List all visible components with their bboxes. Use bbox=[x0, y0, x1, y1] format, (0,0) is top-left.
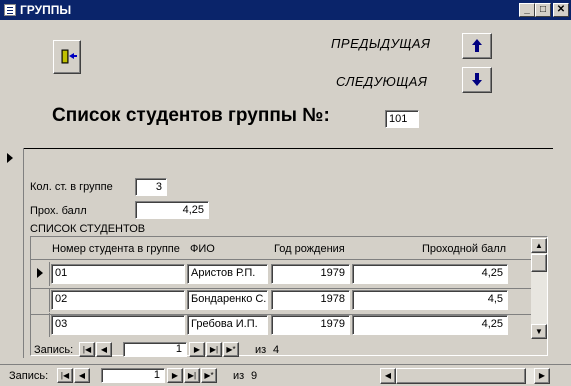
col-header-year: Год рождения bbox=[274, 243, 345, 255]
arrow-down-icon bbox=[472, 73, 482, 86]
cell-num[interactable]: 03 bbox=[51, 315, 185, 335]
main-record-total: 9 bbox=[251, 370, 258, 382]
subform-record-number[interactable]: 1 bbox=[123, 342, 187, 357]
avg-field[interactable]: 4,25 bbox=[135, 201, 209, 219]
page-title: Список студентов группы №: bbox=[52, 105, 330, 126]
record-number-field[interactable]: 1 bbox=[101, 368, 165, 383]
window-title: ГРУППЫ bbox=[20, 3, 72, 17]
subform-title: СПИСОК СТУДЕНТОВ bbox=[30, 223, 146, 235]
scroll-right-button[interactable]: ▶ bbox=[534, 368, 550, 384]
section-divider bbox=[23, 148, 553, 149]
col-header-num: Номер студента в группе bbox=[52, 243, 180, 255]
subform-new-record-button[interactable]: ▶* bbox=[223, 342, 239, 357]
cell-num[interactable]: 02 bbox=[51, 290, 185, 310]
students-subform: Номер студента в группе ФИО Год рождения… bbox=[30, 236, 548, 357]
subform-record-label: Запись: bbox=[34, 344, 74, 356]
scroll-left-button[interactable]: ◀ bbox=[380, 368, 396, 384]
col-header-fio: ФИО bbox=[190, 243, 215, 255]
cell-fio[interactable]: Бондаренко С. bbox=[187, 290, 268, 310]
cell-num[interactable]: 01 bbox=[51, 264, 185, 284]
cell-fio[interactable]: Аристов Р.П. bbox=[187, 264, 268, 284]
count-field[interactable]: 3 bbox=[135, 178, 167, 196]
maximize-button[interactable]: □ bbox=[535, 3, 551, 17]
row-current-indicator bbox=[37, 268, 43, 278]
close-button[interactable]: ✕ bbox=[553, 3, 569, 17]
cell-year[interactable]: 1979 bbox=[271, 264, 350, 284]
first-record-button[interactable]: |◀ bbox=[57, 368, 73, 383]
title-bar: ГРУППЫ _ □ ✕ bbox=[0, 0, 571, 20]
current-record-indicator bbox=[7, 153, 13, 163]
arrow-up-icon bbox=[472, 39, 482, 52]
scroll-down-button[interactable]: ▼ bbox=[531, 324, 547, 339]
form-icon[interactable] bbox=[4, 4, 16, 16]
subform-last-record-button[interactable]: ▶| bbox=[206, 342, 222, 357]
exit-button[interactable] bbox=[53, 40, 81, 74]
next-record-nav-button[interactable]: ▶ bbox=[167, 368, 183, 383]
table-row[interactable]: 02 Бондаренко С. 1978 4,5 bbox=[32, 288, 532, 312]
next-label: СЛЕДУЮЩАЯ bbox=[336, 74, 428, 89]
avg-label: Прох. балл bbox=[30, 205, 87, 217]
subform-first-record-button[interactable]: |◀ bbox=[79, 342, 95, 357]
prev-label: ПРЕДЫДУЩАЯ bbox=[331, 36, 431, 51]
scroll-up-button[interactable]: ▲ bbox=[531, 238, 547, 253]
exit-door-icon bbox=[61, 49, 77, 64]
group-number-field[interactable]: 101 bbox=[385, 110, 419, 128]
cell-year[interactable]: 1979 bbox=[271, 315, 350, 335]
last-record-button[interactable]: ▶| bbox=[184, 368, 200, 383]
cell-score[interactable]: 4,25 bbox=[352, 264, 508, 284]
record-selector-border bbox=[23, 148, 24, 358]
main-record-label: Запись: bbox=[9, 370, 49, 382]
main-record-of: из bbox=[233, 370, 245, 382]
minimize-button[interactable]: _ bbox=[519, 3, 535, 17]
cell-fio[interactable]: Гребова И.П. bbox=[187, 315, 268, 335]
col-header-score: Проходной балл bbox=[422, 243, 507, 255]
table-row[interactable]: 03 Гребова И.П. 1979 4,25 bbox=[32, 313, 532, 337]
avg-value: 4,25 bbox=[182, 204, 204, 216]
cell-score[interactable]: 4,5 bbox=[352, 290, 508, 310]
prev-record-nav-button[interactable]: ◀ bbox=[74, 368, 90, 383]
form-hscrollbar[interactable]: ◀ ▶ bbox=[380, 368, 550, 384]
table-row[interactable]: 01 Аристов Р.П. 1979 4,25 bbox=[32, 262, 532, 286]
hscroll-thumb[interactable] bbox=[396, 368, 526, 384]
cell-score[interactable]: 4,25 bbox=[352, 315, 508, 335]
next-record-button[interactable] bbox=[462, 67, 492, 93]
subform-next-record-button[interactable]: ▶ bbox=[189, 342, 205, 357]
subform-vscrollbar[interactable]: ▲ ▼ bbox=[531, 238, 547, 339]
subform-prev-record-button[interactable]: ◀ bbox=[96, 342, 112, 357]
prev-record-button[interactable] bbox=[462, 33, 492, 59]
count-label: Кол. ст. в группе bbox=[30, 181, 113, 193]
group-number-value: 101 bbox=[389, 113, 408, 125]
subform-record-total: 4 bbox=[273, 344, 280, 356]
scroll-thumb[interactable] bbox=[531, 254, 547, 272]
new-record-button[interactable]: ▶* bbox=[201, 368, 217, 383]
count-value: 3 bbox=[155, 181, 162, 193]
subform-record-of: из bbox=[255, 344, 267, 356]
cell-year[interactable]: 1978 bbox=[271, 290, 350, 310]
